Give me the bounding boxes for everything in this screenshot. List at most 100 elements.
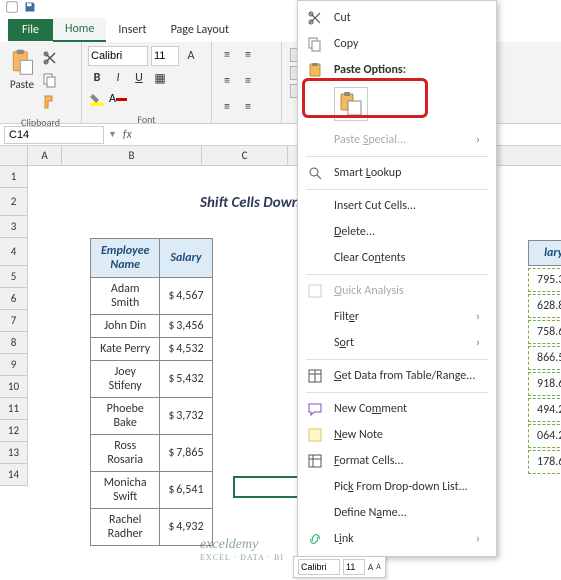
table-header-employee: Employee Name	[91, 239, 160, 278]
row-header[interactable]: 9	[0, 354, 28, 376]
align-center-icon[interactable]: ≡	[239, 72, 257, 90]
ctx-get-data[interactable]: Get Data from Table/Range...	[298, 363, 496, 389]
ctx-clear-contents[interactable]: Clear Contents	[298, 245, 496, 271]
ctx-paste-options-header: Paste Options:	[298, 57, 496, 83]
save-icon[interactable]	[24, 1, 36, 17]
format-painter-icon[interactable]	[42, 94, 58, 114]
table-icon	[306, 367, 324, 385]
cut-icon[interactable]	[42, 50, 58, 70]
search-icon	[306, 164, 324, 182]
row-headers: 1 2 3 4 5 6 7 8 9 10 11 12 13 14	[0, 166, 28, 486]
employee-table: Employee Name Salary Adam Smith$4,567 Jo…	[90, 238, 213, 546]
font-color-button[interactable]: A	[109, 90, 127, 108]
name-box[interactable]	[4, 126, 104, 144]
tab-page-layout[interactable]: Page Layout	[159, 19, 241, 41]
font-name-select[interactable]	[88, 46, 148, 66]
mini-font-name[interactable]	[298, 559, 340, 575]
copy-icon	[306, 35, 324, 53]
ctx-delete[interactable]: Delete...	[298, 219, 496, 245]
tab-insert[interactable]: Insert	[106, 19, 158, 41]
ctx-cut[interactable]: Cut	[298, 5, 496, 31]
bold-button[interactable]: B	[88, 69, 106, 87]
ribbon-group-alignment: ≡ ≡ ≡ ≡ ≡ ≡	[212, 42, 282, 123]
chevron-right-icon: ›	[476, 133, 486, 147]
align-middle-icon[interactable]: ≡	[239, 46, 257, 64]
increase-font-icon[interactable]: A	[182, 47, 200, 65]
paste-label: Paste	[10, 78, 34, 91]
table-row: Monicha Swift$6,541	[91, 472, 213, 509]
ctx-new-comment[interactable]: New Comment	[298, 396, 496, 422]
right-col-header: lary	[528, 240, 561, 266]
context-menu: Cut Copy Paste Options: Paste Special...…	[297, 0, 497, 557]
fx-icon[interactable]: fx	[117, 128, 138, 142]
chevron-right-icon: ›	[476, 532, 486, 546]
copy-icon[interactable]	[42, 72, 58, 92]
ctx-link[interactable]: Link ›	[298, 526, 496, 552]
row-header[interactable]: 11	[0, 398, 28, 420]
ctx-pick-from-list[interactable]: Pick From Drop-down List...	[298, 474, 496, 500]
tab-file[interactable]: File	[8, 19, 53, 41]
font-size-select[interactable]	[151, 46, 179, 66]
row-header[interactable]: 14	[0, 464, 28, 486]
ctx-smart-lookup[interactable]: Smart Lookup	[298, 160, 496, 186]
row-header[interactable]: 12	[0, 420, 28, 442]
row-header[interactable]: 2	[0, 188, 28, 216]
mini-increase-font-icon[interactable]: A	[368, 562, 373, 573]
row-header[interactable]: 1	[0, 166, 28, 188]
format-cells-icon	[306, 452, 324, 470]
watermark: exceldemy EXCEL · DATA · BI	[200, 537, 284, 562]
row-header[interactable]: 4	[0, 238, 28, 266]
table-row: Adam Smith$4,567	[91, 278, 213, 315]
increment-salary-column: lary 795.35 628.80 758.60 866.56 918.60 …	[526, 238, 561, 476]
table-row: John Din$3,456	[91, 315, 213, 338]
row-header[interactable]: 3	[0, 216, 28, 238]
row-header[interactable]: 13	[0, 442, 28, 464]
ribbon-group-clipboard: Paste Clipboard	[0, 42, 82, 123]
paste-button[interactable]: Paste	[6, 46, 38, 114]
row-header[interactable]: 5	[0, 266, 28, 288]
chevron-right-icon: ›	[476, 310, 486, 324]
row-header[interactable]: 7	[0, 310, 28, 332]
paste-options-row	[298, 83, 496, 127]
chevron-down-icon[interactable]: ▼	[108, 129, 117, 140]
ctx-sort[interactable]: Sort›	[298, 330, 496, 356]
italic-button[interactable]: I	[109, 69, 127, 87]
decrease-indent-icon[interactable]: ≡	[218, 98, 236, 116]
mini-decrease-font-icon[interactable]: A	[376, 562, 381, 572]
quick-analysis-icon	[306, 282, 324, 300]
col-header[interactable]: C	[202, 146, 288, 165]
ctx-paste-special[interactable]: Paste Special... ›	[298, 127, 496, 153]
increase-indent-icon[interactable]: ≡	[239, 98, 257, 116]
border-button[interactable]: ▦	[151, 69, 169, 87]
autosave-icon[interactable]	[6, 1, 18, 17]
row-header[interactable]: 10	[0, 376, 28, 398]
table-row: Phoebe Bake$3,732	[91, 398, 213, 435]
ctx-define-name[interactable]: Define Name...	[298, 500, 496, 526]
note-icon	[306, 426, 324, 444]
table-row: Kate Perry$4,532	[91, 338, 213, 361]
ctx-filter[interactable]: Filter›	[298, 304, 496, 330]
ctx-format-cells[interactable]: Format Cells...	[298, 448, 496, 474]
mini-font-size[interactable]	[343, 559, 365, 575]
fill-color-button[interactable]	[88, 90, 106, 108]
col-header[interactable]: A	[28, 146, 62, 165]
row-header[interactable]: 6	[0, 288, 28, 310]
table-row: Rachel Radher$4,932	[91, 509, 213, 546]
tab-home[interactable]: Home	[53, 18, 106, 42]
ctx-quick-analysis: Quick Analysis	[298, 278, 496, 304]
mini-toolbar[interactable]: A A	[293, 556, 386, 578]
ctx-new-note[interactable]: New Note	[298, 422, 496, 448]
align-top-icon[interactable]: ≡	[218, 46, 236, 64]
clipboard-icon	[306, 61, 324, 79]
ctx-copy[interactable]: Copy	[298, 31, 496, 57]
select-all-corner[interactable]	[0, 146, 28, 165]
scissors-icon	[306, 9, 324, 27]
col-header[interactable]: B	[62, 146, 202, 165]
underline-button[interactable]: U	[130, 69, 148, 87]
row-header[interactable]: 8	[0, 332, 28, 354]
align-left-icon[interactable]: ≡	[218, 72, 236, 90]
ribbon-group-font: A B I U ▦ A Font	[82, 42, 212, 123]
ctx-insert-cut-cells[interactable]: Insert Cut Cells...	[298, 193, 496, 219]
paste-option-default[interactable]	[334, 87, 368, 121]
link-icon	[306, 530, 324, 548]
